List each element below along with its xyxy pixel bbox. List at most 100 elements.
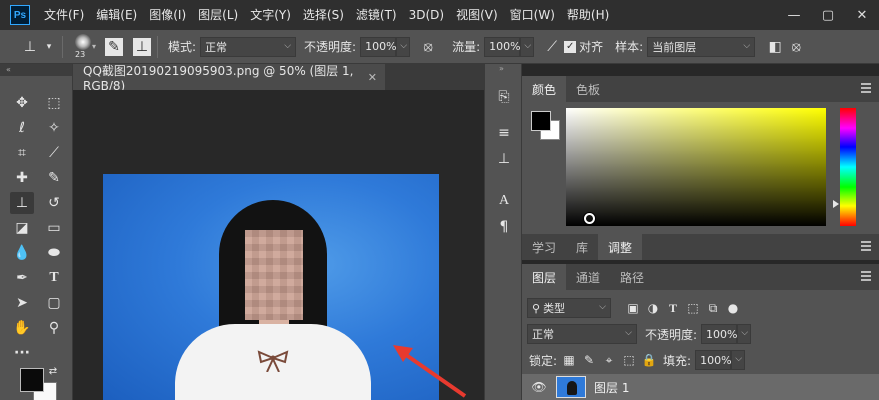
menu-type[interactable]: 文字(Y) <box>244 0 297 30</box>
layer-name[interactable]: 图层 1 <box>594 379 629 396</box>
eye-visibility-icon[interactable]: 👁 <box>528 380 550 394</box>
flow-dropdown[interactable]: ⌵ <box>520 36 535 57</box>
airbrush-icon[interactable]: ⟋ <box>540 36 564 58</box>
fill-input[interactable]: 100% <box>695 350 732 370</box>
hue-slider[interactable] <box>840 108 856 226</box>
shape-filter-icon[interactable]: ⬚ <box>685 300 701 316</box>
color-picker-ring[interactable] <box>584 213 595 224</box>
brush-preset-picker[interactable]: 23 ▾ <box>69 32 101 62</box>
document-tab[interactable]: QQ截图20190219095903.png @ 50% (图层 1, RGB/… <box>73 64 385 93</box>
layer-filter-select[interactable]: ⚲ 类型 ⌵ <box>527 298 611 318</box>
color-field[interactable] <box>566 108 826 226</box>
menu-select[interactable]: 选择(S) <box>297 0 350 30</box>
hue-slider-marker-icon[interactable] <box>833 200 839 208</box>
layer-row[interactable]: 👁 图层 1 <box>522 374 879 400</box>
tab-adjustments[interactable]: 调整 <box>598 234 643 260</box>
pen-tool-icon[interactable]: ✒ <box>10 267 34 289</box>
opacity-input[interactable]: 100% <box>360 36 397 57</box>
minimize-button[interactable]: — <box>777 0 811 30</box>
hand-tool-icon[interactable]: ✋ <box>10 317 34 339</box>
move-tool-icon[interactable]: ✥ <box>10 92 34 114</box>
foreground-color-swatch[interactable] <box>20 368 44 392</box>
clone-stamp-tool-icon[interactable]: ⊥ <box>10 192 34 214</box>
pixel-filter-icon[interactable]: ▣ <box>625 300 641 316</box>
more-tools-icon[interactable]: ··· <box>10 342 34 364</box>
maximize-button[interactable]: ▢ <box>811 0 845 30</box>
clone-source-icon[interactable]: ⊥ <box>133 37 151 56</box>
lasso-tool-icon[interactable]: ℓ <box>10 117 34 139</box>
align-checkbox[interactable]: ✓ <box>564 40 577 53</box>
sample-select[interactable]: 当前图层 ⌵ <box>647 36 756 57</box>
blend-mode-select[interactable]: 正常 ⌵ <box>527 324 637 344</box>
color-panel-fg-swatch[interactable] <box>531 111 551 131</box>
menu-help[interactable]: 帮助(H) <box>561 0 615 30</box>
zoom-tool-icon[interactable]: ⚲ <box>42 317 66 339</box>
eraser-tool-icon[interactable]: ◪ <box>10 217 34 239</box>
marquee-tool-icon[interactable]: ⬚ <box>42 92 66 114</box>
menu-layer[interactable]: 图层(L) <box>192 0 244 30</box>
pressure-size-icon[interactable]: ⦻ <box>787 36 805 58</box>
clone-stamp-tool-icon[interactable]: ⊥ <box>18 36 42 58</box>
brush-size-label: 23 <box>75 49 86 59</box>
tools-panel-collapse-icon[interactable]: « <box>0 64 72 76</box>
crop-tool-icon[interactable]: ⌗ <box>10 142 34 164</box>
pressure-opacity-icon[interactable]: ⦻ <box>416 36 440 58</box>
gradient-tool-icon[interactable]: ▭ <box>42 217 66 239</box>
ignore-adjustment-icon[interactable]: ◧ <box>763 36 787 58</box>
close-tab-icon[interactable]: ✕ <box>368 71 377 84</box>
layer-opacity-dropdown[interactable]: ⌵ <box>737 324 752 344</box>
lock-transparent-icon[interactable]: ▦ <box>561 352 577 368</box>
menu-image[interactable]: 图像(I) <box>143 0 192 30</box>
fill-dropdown[interactable]: ⌵ <box>731 350 746 370</box>
tab-layers[interactable]: 图层 <box>522 264 567 290</box>
character-panel-icon[interactable]: A <box>492 190 516 212</box>
filter-toggle-icon[interactable]: ● <box>725 300 741 316</box>
lock-pixels-icon[interactable]: ✎ <box>581 352 597 368</box>
menu-window[interactable]: 窗口(W) <box>504 0 561 30</box>
opacity-dropdown[interactable]: ⌵ <box>396 36 411 57</box>
layer-opacity-input[interactable]: 100% <box>701 324 738 344</box>
swap-colors-icon[interactable]: ⇄ <box>46 364 60 378</box>
tab-paths[interactable]: 路径 <box>610 264 654 290</box>
history-brush-tool-icon[interactable]: ↺ <box>42 192 66 214</box>
lock-all-icon[interactable]: 🔒 <box>641 352 657 368</box>
type-tool-icon[interactable]: T <box>42 267 66 289</box>
menu-view[interactable]: 视图(V) <box>450 0 504 30</box>
healing-brush-tool-icon[interactable]: ✚ <box>10 167 34 189</box>
blur-tool-icon[interactable]: 💧 <box>10 242 34 264</box>
canvas-area[interactable] <box>73 90 484 400</box>
type-filter-icon[interactable]: T <box>665 300 681 316</box>
collapse-icon[interactable]: » <box>499 64 504 73</box>
lock-artboard-icon[interactable]: ⬚ <box>621 352 637 368</box>
tool-preset-chevron-icon[interactable]: ▾ <box>42 36 56 58</box>
panel-menu-icon[interactable] <box>861 241 871 251</box>
menu-filter[interactable]: 滤镜(T) <box>350 0 403 30</box>
close-button[interactable]: ✕ <box>845 0 879 30</box>
smart-object-filter-icon[interactable]: ⧉ <box>705 300 721 316</box>
adjustment-filter-icon[interactable]: ◑ <box>645 300 661 316</box>
menu-3d[interactable]: 3D(D) <box>403 0 450 30</box>
tab-channels[interactable]: 通道 <box>566 264 610 290</box>
menu-edit[interactable]: 编辑(E) <box>90 0 143 30</box>
panel-menu-icon[interactable] <box>861 271 871 281</box>
dodge-tool-icon[interactable]: ⬬ <box>42 242 66 264</box>
eyedropper-tool-icon[interactable]: ⟋ <box>42 142 66 164</box>
tab-swatches[interactable]: 色板 <box>566 76 610 102</box>
clone-source-panel-icon[interactable]: ⊥ <box>492 148 516 170</box>
tab-learn[interactable]: 学习 <box>522 234 566 260</box>
brush-settings-panel-icon[interactable]: ≡ <box>492 122 516 144</box>
shape-tool-icon[interactable]: ▢ <box>42 292 66 314</box>
mode-select[interactable]: 正常 ⌵ <box>200 36 297 57</box>
menu-file[interactable]: 文件(F) <box>38 0 90 30</box>
tab-color[interactable]: 颜色 <box>522 76 567 102</box>
flow-input[interactable]: 100% <box>484 36 521 57</box>
brush-tool-icon[interactable]: ✎ <box>42 167 66 189</box>
panel-menu-icon[interactable] <box>861 83 871 93</box>
tab-libraries[interactable]: 库 <box>566 234 598 260</box>
history-panel-icon[interactable]: ⎘ <box>492 86 516 108</box>
path-select-tool-icon[interactable]: ➤ <box>10 292 34 314</box>
lock-position-icon[interactable]: ⌖ <box>601 352 617 368</box>
paragraph-panel-icon[interactable]: ¶ <box>492 216 516 238</box>
quick-select-tool-icon[interactable]: ✧ <box>42 117 66 139</box>
brush-settings-icon[interactable]: ✎ <box>105 37 123 56</box>
